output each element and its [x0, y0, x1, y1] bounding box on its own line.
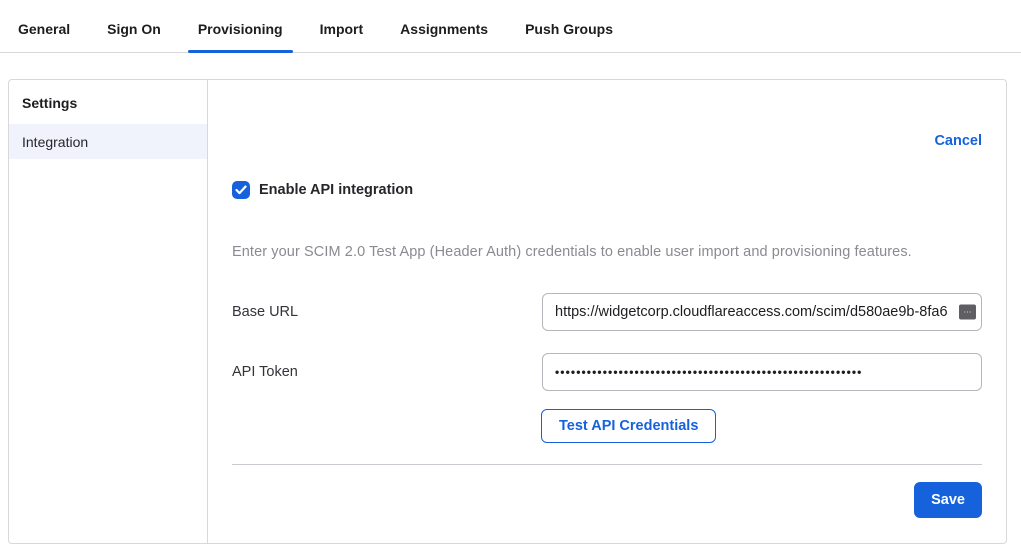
api-token-masked-value: ••••••••••••••••••••••••••••••••••••••••…: [555, 365, 969, 379]
save-row: Save: [232, 482, 982, 518]
base-url-label: Base URL: [232, 304, 542, 320]
checkmark-icon: [235, 185, 247, 195]
sidebar-header: Settings: [9, 80, 207, 124]
tab-assignments[interactable]: Assignments: [400, 21, 488, 37]
cancel-row: Cancel: [232, 132, 982, 150]
app-tab-bar: General Sign On Provisioning Import Assi…: [0, 0, 1021, 53]
test-api-credentials-button[interactable]: Test API Credentials: [541, 409, 716, 443]
enable-api-integration-row: Enable API integration: [232, 181, 982, 199]
api-token-label: API Token: [232, 364, 542, 380]
tab-import[interactable]: Import: [320, 21, 364, 37]
sidebar-item-label: Integration: [22, 134, 88, 150]
sidebar-item-integration[interactable]: Integration: [9, 124, 207, 159]
save-button[interactable]: Save: [914, 482, 982, 518]
text-truncation-icon: ⋯: [959, 305, 976, 320]
cancel-link[interactable]: Cancel: [934, 133, 982, 149]
settings-sidebar: Settings Integration: [9, 80, 208, 543]
provisioning-panel: Settings Integration Cancel Enable API i…: [8, 79, 1007, 544]
integration-settings-form: Cancel Enable API integration Enter your…: [208, 80, 1006, 543]
base-url-value: https://widgetcorp.cloudflareaccess.com/…: [555, 304, 969, 320]
form-divider: [232, 464, 982, 465]
enable-api-integration-label: Enable API integration: [259, 182, 413, 198]
tab-general[interactable]: General: [18, 21, 70, 37]
tab-sign-on[interactable]: Sign On: [107, 21, 161, 37]
provisioning-settings-page: General Sign On Provisioning Import Assi…: [0, 0, 1021, 553]
base-url-input[interactable]: https://widgetcorp.cloudflareaccess.com/…: [542, 293, 982, 331]
tab-push-groups[interactable]: Push Groups: [525, 21, 613, 37]
test-credentials-row: Test API Credentials: [232, 409, 982, 443]
tab-provisioning[interactable]: Provisioning: [198, 21, 283, 37]
base-url-row: Base URL https://widgetcorp.cloudflareac…: [232, 293, 982, 331]
api-token-input[interactable]: ••••••••••••••••••••••••••••••••••••••••…: [542, 353, 982, 391]
enable-api-integration-checkbox[interactable]: [232, 181, 250, 199]
api-token-row: API Token ••••••••••••••••••••••••••••••…: [232, 353, 982, 391]
credentials-description: Enter your SCIM 2.0 Test App (Header Aut…: [232, 244, 982, 260]
